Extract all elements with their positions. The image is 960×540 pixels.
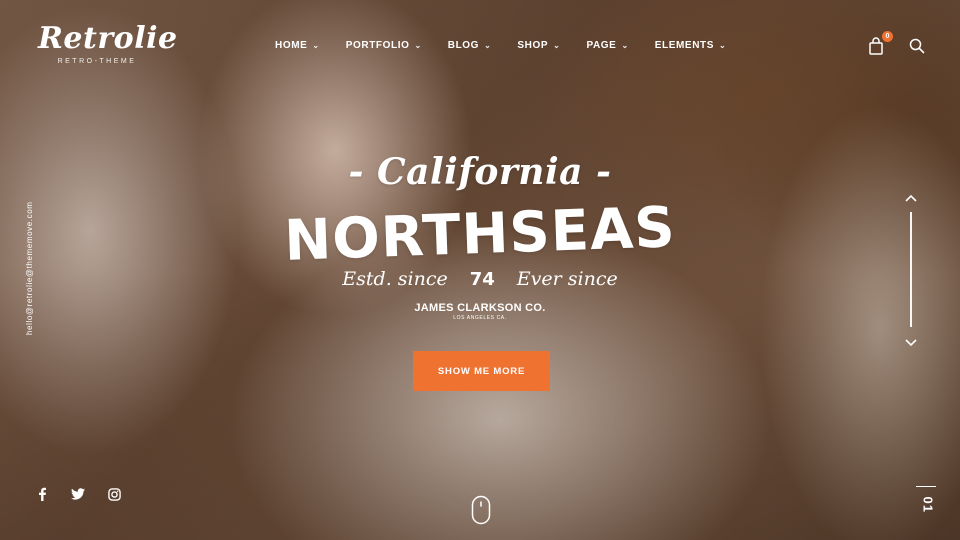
slider-progress-track xyxy=(910,212,912,327)
chevron-down-icon: ⌄ xyxy=(719,41,727,50)
scroll-down-indicator[interactable] xyxy=(471,495,491,525)
main-nav: HOME ⌄ PORTFOLIO ⌄ BLOG ⌄ SHOP ⌄ PAGE ⌄ … xyxy=(275,40,752,51)
search-button[interactable] xyxy=(909,38,925,54)
slider-prev-button[interactable] xyxy=(903,190,919,206)
nav-item-shop[interactable]: SHOP ⌄ xyxy=(517,40,560,51)
nav-label: PORTFOLIO xyxy=(345,40,410,51)
cart-button[interactable]: 0 xyxy=(868,31,893,55)
search-icon xyxy=(909,38,925,54)
nav-item-blog[interactable]: BLOG ⌄ xyxy=(448,40,492,51)
facebook-icon xyxy=(39,487,46,501)
chevron-down-icon: ⌄ xyxy=(621,41,629,50)
nav-item-elements[interactable]: ELEMENTS ⌄ xyxy=(655,40,727,51)
chevron-down-icon: ⌄ xyxy=(312,41,320,50)
hero-content: - California - NORTHSEAS Estd. since 74 … xyxy=(0,150,960,321)
hero-script-title: - California - xyxy=(348,151,612,193)
estd-year: 74 xyxy=(469,268,495,290)
show-me-more-button[interactable]: SHOW ME MORE xyxy=(413,351,550,391)
nav-label: SHOP xyxy=(517,40,549,51)
logo-name: Retrolie xyxy=(38,21,178,56)
company-name: JAMES CLARKSON CO. xyxy=(414,302,546,314)
estd-right-text: Ever since xyxy=(516,268,618,290)
company-location: LOS ANGELES CA. xyxy=(453,315,507,321)
twitter-icon xyxy=(71,488,85,500)
nav-item-home[interactable]: HOME ⌄ xyxy=(275,40,320,51)
nav-label: HOME xyxy=(275,40,308,51)
facebook-link[interactable] xyxy=(35,487,49,501)
chevron-down-icon: ⌄ xyxy=(553,41,561,50)
chevron-down-icon: ⌄ xyxy=(414,41,422,50)
instagram-link[interactable] xyxy=(107,487,121,501)
twitter-link[interactable] xyxy=(71,487,85,501)
nav-label: ELEMENTS xyxy=(654,40,714,51)
hero-section: Retrolie RETRO-THEME HOME ⌄ PORTFOLIO ⌄ … xyxy=(0,0,960,540)
logo-tagline: RETRO-THEME xyxy=(57,58,137,65)
nav-item-page[interactable]: PAGE ⌄ xyxy=(586,40,628,51)
shopping-bag-icon xyxy=(869,37,883,55)
estd-left-text: Estd. since xyxy=(342,268,448,290)
nav-item-portfolio[interactable]: PORTFOLIO ⌄ xyxy=(346,40,422,51)
chevron-down-icon xyxy=(905,339,917,347)
mouse-icon xyxy=(471,495,491,525)
logo[interactable]: Retrolie RETRO-THEME xyxy=(38,21,178,66)
nav-label: PAGE xyxy=(586,40,617,51)
nav-label: BLOG xyxy=(447,40,480,51)
chevron-down-icon: ⌄ xyxy=(484,41,492,50)
cart-count-badge: 0 xyxy=(882,31,893,42)
slide-counter-line xyxy=(916,486,936,487)
instagram-icon xyxy=(107,487,121,501)
slider-next-button[interactable] xyxy=(903,335,919,351)
slide-counter: 01 xyxy=(914,486,938,514)
chevron-up-icon xyxy=(905,194,917,202)
social-links xyxy=(35,487,121,501)
slide-number: 01 xyxy=(920,496,936,513)
